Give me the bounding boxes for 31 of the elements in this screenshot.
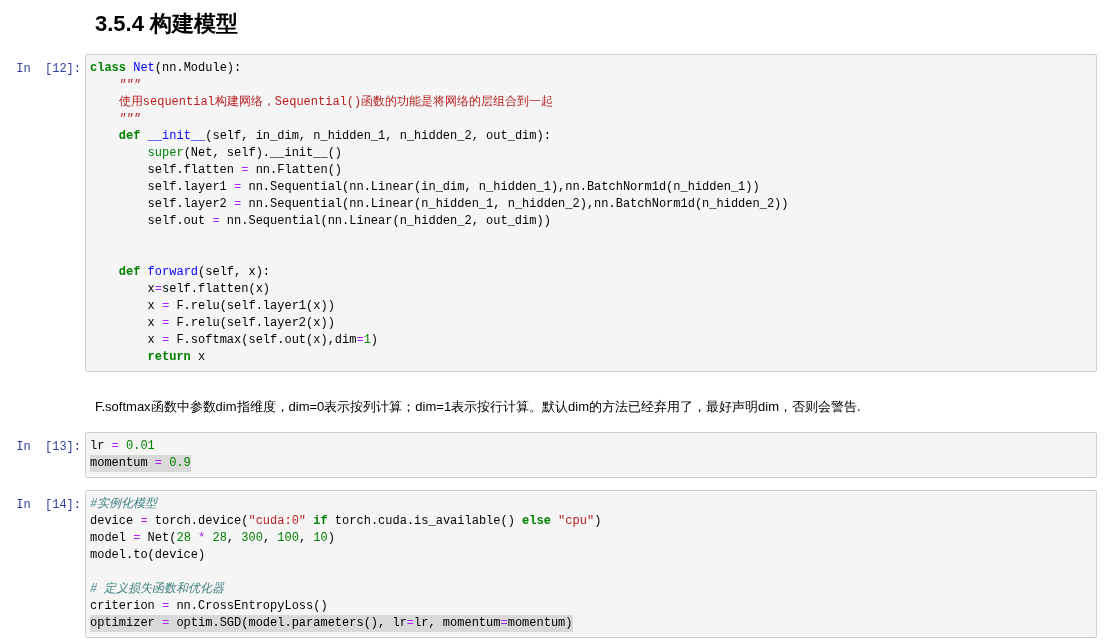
- code-line: self.out = nn.Sequential(nn.Linear(n_hidden_2, out_dim)): [146, 213, 551, 230]
- markdown-text: F.softmax函数中参数dim指维度，dim=0表示按列计算；dim=1表示按行计算。默认dim的方法已经弃用了，最好声明dim，否则会警告.: [95, 398, 861, 416]
- code-line: x=self.flatten(x): [146, 281, 271, 298]
- code-line: class Net(nn.Module):: [90, 60, 242, 77]
- code-line: def __init__(self, in_dim, n_hidden_1, n_hidden_2, out_dim):: [117, 128, 551, 145]
- code-line: return x: [146, 349, 206, 366]
- code-line: self.flatten = nn.Flatten(): [146, 162, 343, 179]
- section-heading: 3.5.4 构建模型: [95, 10, 240, 38]
- code-cell[interactable]: lr = 0.01 momentum = 0.9: [85, 432, 1097, 478]
- code-line: def forward(self, x):: [117, 264, 271, 281]
- cell-prompt: In [12]:: [15, 61, 82, 78]
- code-cell[interactable]: [85, 490, 1097, 638]
- code-line: lr = 0.01: [90, 438, 155, 455]
- code-line: 使用sequential构建网络，Sequential()函数的功能是将网络的层组合到一起: [117, 94, 554, 111]
- code-line: self.layer2 = nn.Sequential(nn.Linear(n_hidden_1, n_hidden_2),nn.BatchNorm1d(n_hidden_2)): [146, 196, 789, 213]
- code-line: self.layer1 = nn.Sequential(nn.Linear(in_dim, n_hidden_1),nn.BatchNorm1d(n_hidden_1)): [146, 179, 760, 196]
- cell-prompt: In [13]:: [15, 439, 82, 456]
- code-line: x = F.softmax(self.out(x),dim=1): [146, 332, 379, 349]
- code-line: # 定义损失函数和优化器: [90, 581, 225, 598]
- code-line: """: [117, 77, 141, 94]
- code-line: model.to(device): [90, 547, 206, 564]
- code-line: x = F.relu(self.layer1(x)): [146, 298, 335, 315]
- code-line: criterion = nn.CrossEntropyLoss(): [90, 598, 328, 615]
- cell-prompt: In [14]:: [15, 497, 82, 514]
- code-line: model = Net(28 * 28, 300, 100, 10): [90, 530, 335, 547]
- code-line: """: [117, 111, 141, 128]
- code-cell[interactable]: [85, 54, 1097, 372]
- code-line: #实例化模型: [90, 496, 158, 513]
- code-line: super(Net, self).__init__(): [146, 145, 343, 162]
- code-line: device = torch.device("cuda:0" if torch.cuda.is_available() else "cpu"): [90, 513, 602, 530]
- code-line: x = F.relu(self.layer2(x)): [146, 315, 335, 332]
